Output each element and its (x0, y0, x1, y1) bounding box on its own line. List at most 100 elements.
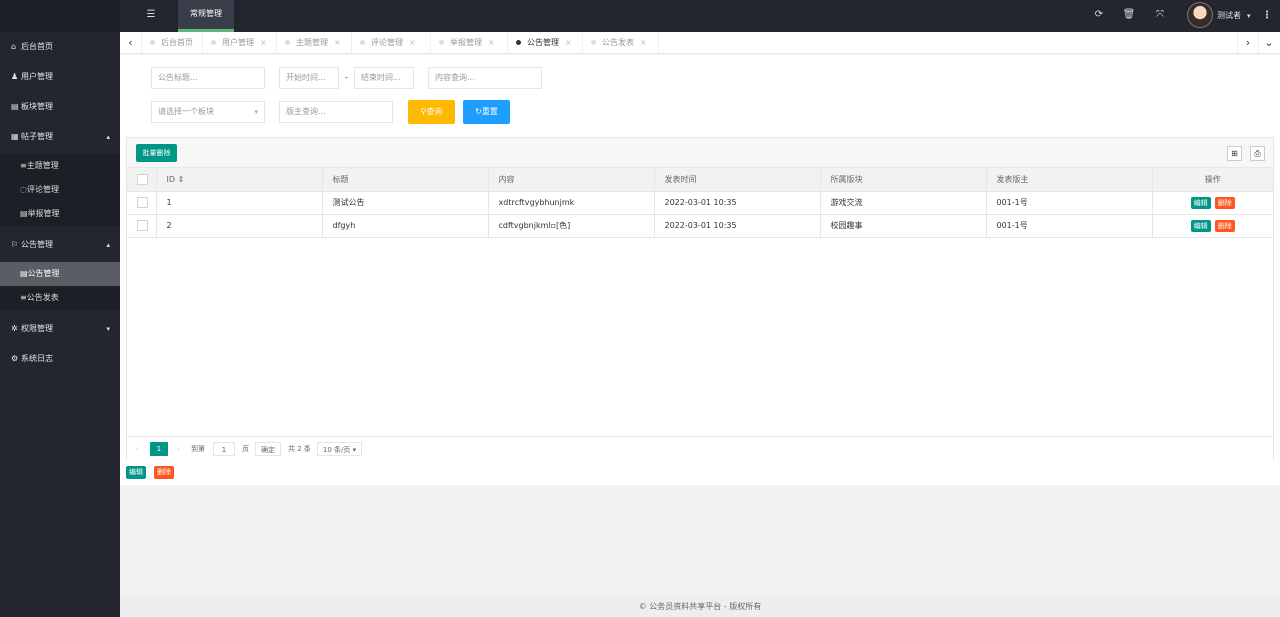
reset-button[interactable]: ↻重置 (463, 100, 510, 124)
sidebar-item-label: 权限管理 (21, 324, 53, 333)
tab-label: 后台首页 (161, 38, 193, 47)
tab-label: 举报管理 (450, 38, 482, 47)
sidebar-item-label: 公告管理 (27, 269, 60, 278)
goto-label: 到第 (191, 445, 205, 453)
sidebar-item-label: 公告管理 (21, 240, 53, 249)
snowflake-icon: ✲ (11, 324, 18, 333)
sidebar-item-home[interactable]: ⌂ 后台首页 (0, 32, 120, 62)
delete-button[interactable]: 删除 (1214, 219, 1235, 232)
tab-label: 公告管理 (527, 38, 559, 47)
total-count: 共 2 条 (288, 445, 311, 453)
refresh-icon[interactable]: ⟳ (1092, 8, 1106, 22)
top-tab-general[interactable]: 常规管理 (178, 0, 234, 32)
page-tabs: ‹ 后台首页 用户管理 × 主题管理 × 评论管理 × 举报管理 × 公告管理 × 公告发… (120, 32, 1280, 54)
sidebar-item-label: 系统日志 (21, 354, 53, 363)
board-select-value: 请选择一个板块 (158, 107, 214, 116)
file-icon: ▤ (11, 102, 19, 111)
cell-content: xdtrcftvgybhunjmk (488, 191, 655, 215)
sidebar-item-boards[interactable]: ▤ 板块管理 (0, 92, 120, 122)
cell-owner: 001-1号 (986, 191, 1153, 215)
select-all-checkbox[interactable] (137, 173, 148, 185)
close-icon[interactable]: × (640, 38, 647, 47)
tab-announcement-publish[interactable]: 公告发表 × (583, 32, 659, 54)
next-page-icon[interactable]: › (177, 442, 180, 456)
user-icon: ♟ (11, 72, 19, 81)
trash-icon[interactable]: 🗑 (1122, 8, 1136, 22)
chevron-down-icon[interactable]: ▾ (1247, 9, 1251, 23)
close-icon[interactable]: × (409, 38, 416, 47)
user-name[interactable]: 测试者 (1217, 9, 1241, 23)
cell-content: cdftvgbnjkml▫[色] (488, 214, 655, 238)
sidebar-item-announcement-manage[interactable]: ▤公告管理 (0, 262, 120, 286)
tab-announcements[interactable]: 公告管理 × (508, 32, 583, 54)
search-button[interactable]: ⚲查询 (408, 100, 455, 124)
prev-page-icon[interactable]: ‹ (136, 442, 139, 456)
content-search-input[interactable]: 内容查询... (428, 67, 542, 89)
edit-button[interactable]: 编辑 (126, 466, 146, 479)
sidebar: ⌂ 后台首页 ♟ 用户管理 ▤ 板块管理 ▦ 帖子管理 ▴ ≡主题管理 ◌评论管理 ▤举… (0, 32, 120, 617)
menu-toggle-icon[interactable]: ☰ (145, 9, 157, 21)
sidebar-item-logs[interactable]: ⚙ 系统日志 (0, 344, 120, 374)
close-icon[interactable]: × (488, 38, 495, 47)
sidebar-item-announcements[interactable]: ⚐ 公告管理 ▴ (0, 230, 120, 260)
close-icon[interactable]: × (260, 38, 267, 47)
row-checkbox[interactable] (137, 197, 148, 208)
sidebar-item-posts[interactable]: ▦ 帖子管理 ▴ (0, 122, 120, 152)
sidebar-item-permissions[interactable]: ✲ 权限管理 ▾ (0, 314, 120, 344)
more-icon[interactable]: ⋮ (1262, 9, 1272, 23)
avatar[interactable] (1187, 2, 1213, 28)
cell-board: 校园趣事 (820, 214, 987, 238)
sidebar-item-label: 评论管理 (26, 185, 59, 194)
end-time-input[interactable]: 结束时间... (354, 67, 414, 89)
table-toolbar: 批量删除 ⊞ ⎙ (127, 138, 1273, 168)
close-icon[interactable]: × (565, 38, 572, 47)
list-icon: ≡ (20, 161, 27, 170)
chevron-up-icon: ▴ (106, 241, 110, 249)
cell-time: 2022-03-01 10:35 (654, 191, 821, 215)
table-header-row: ID ⇕ 标题 内容 发表时间 所属版块 发表版主 操作 (127, 168, 1273, 192)
tab-reports[interactable]: 举报管理 × (431, 32, 508, 54)
edit-button[interactable]: 编辑 (1190, 219, 1211, 232)
tab-topics[interactable]: 主题管理 × (277, 32, 352, 54)
tabs-scroll-right-icon[interactable]: › (1237, 32, 1259, 54)
page-size-select[interactable]: 10 条/页 ▾ (317, 442, 362, 456)
row-checkbox[interactable] (137, 220, 148, 231)
sidebar-item-reports[interactable]: ▤举报管理 (0, 202, 120, 226)
edit-button[interactable]: 编辑 (1190, 196, 1211, 209)
tab-dot (360, 40, 365, 45)
report-icon: ▤ (20, 209, 28, 218)
delete-button[interactable]: 删除 (1214, 196, 1235, 209)
close-icon[interactable]: × (334, 38, 341, 47)
column-filter-icon[interactable]: ⊞ (1227, 146, 1242, 161)
announcement-title-input[interactable]: 公告标题... (151, 67, 265, 89)
board-select[interactable]: 请选择一个板块 ▾ (151, 101, 265, 123)
sidebar-item-comments[interactable]: ◌评论管理 (0, 178, 120, 202)
tab-home[interactable]: 后台首页 (142, 32, 203, 54)
delete-button[interactable]: 删除 (154, 466, 174, 479)
owner-search-input[interactable]: 版主查询... (279, 101, 393, 123)
page-suffix: 页 (242, 445, 249, 453)
current-page[interactable]: 1 (150, 442, 168, 456)
sidebar-item-announcement-publish[interactable]: ≡公告发表 (0, 286, 120, 310)
tab-dot (285, 40, 290, 45)
batch-delete-button[interactable]: 批量删除 (136, 144, 177, 162)
tab-users[interactable]: 用户管理 × (203, 32, 277, 54)
sidebar-item-topics[interactable]: ≡主题管理 (0, 154, 120, 178)
column-header-content: 内容 (488, 168, 655, 192)
goto-page-input[interactable]: 1 (213, 442, 235, 456)
goto-confirm-button[interactable]: 确定 (255, 442, 281, 456)
start-time-input[interactable]: 开始时间... (279, 67, 339, 89)
table-row: 1 测试公告 xdtrcftvgybhunjmk 2022-03-01 10:3… (127, 191, 1273, 215)
tabs-scroll-left-icon[interactable]: ‹ (120, 32, 142, 54)
fullscreen-icon[interactable]: ⤧ (1153, 8, 1167, 22)
calendar-icon: ▦ (11, 132, 19, 141)
print-icon[interactable]: ⎙ (1250, 146, 1265, 161)
sidebar-item-users[interactable]: ♟ 用户管理 (0, 62, 120, 92)
tabs-menu-icon[interactable]: ⌄ (1258, 32, 1280, 54)
column-header-id[interactable]: ID ⇕ (156, 168, 323, 192)
row-select-cell (127, 214, 157, 238)
sidebar-item-label: 帖子管理 (21, 132, 53, 141)
cell-time: 2022-03-01 10:35 (654, 214, 821, 238)
tab-comments[interactable]: 评论管理 × (352, 32, 431, 54)
sidebar-item-label: 用户管理 (21, 72, 53, 81)
